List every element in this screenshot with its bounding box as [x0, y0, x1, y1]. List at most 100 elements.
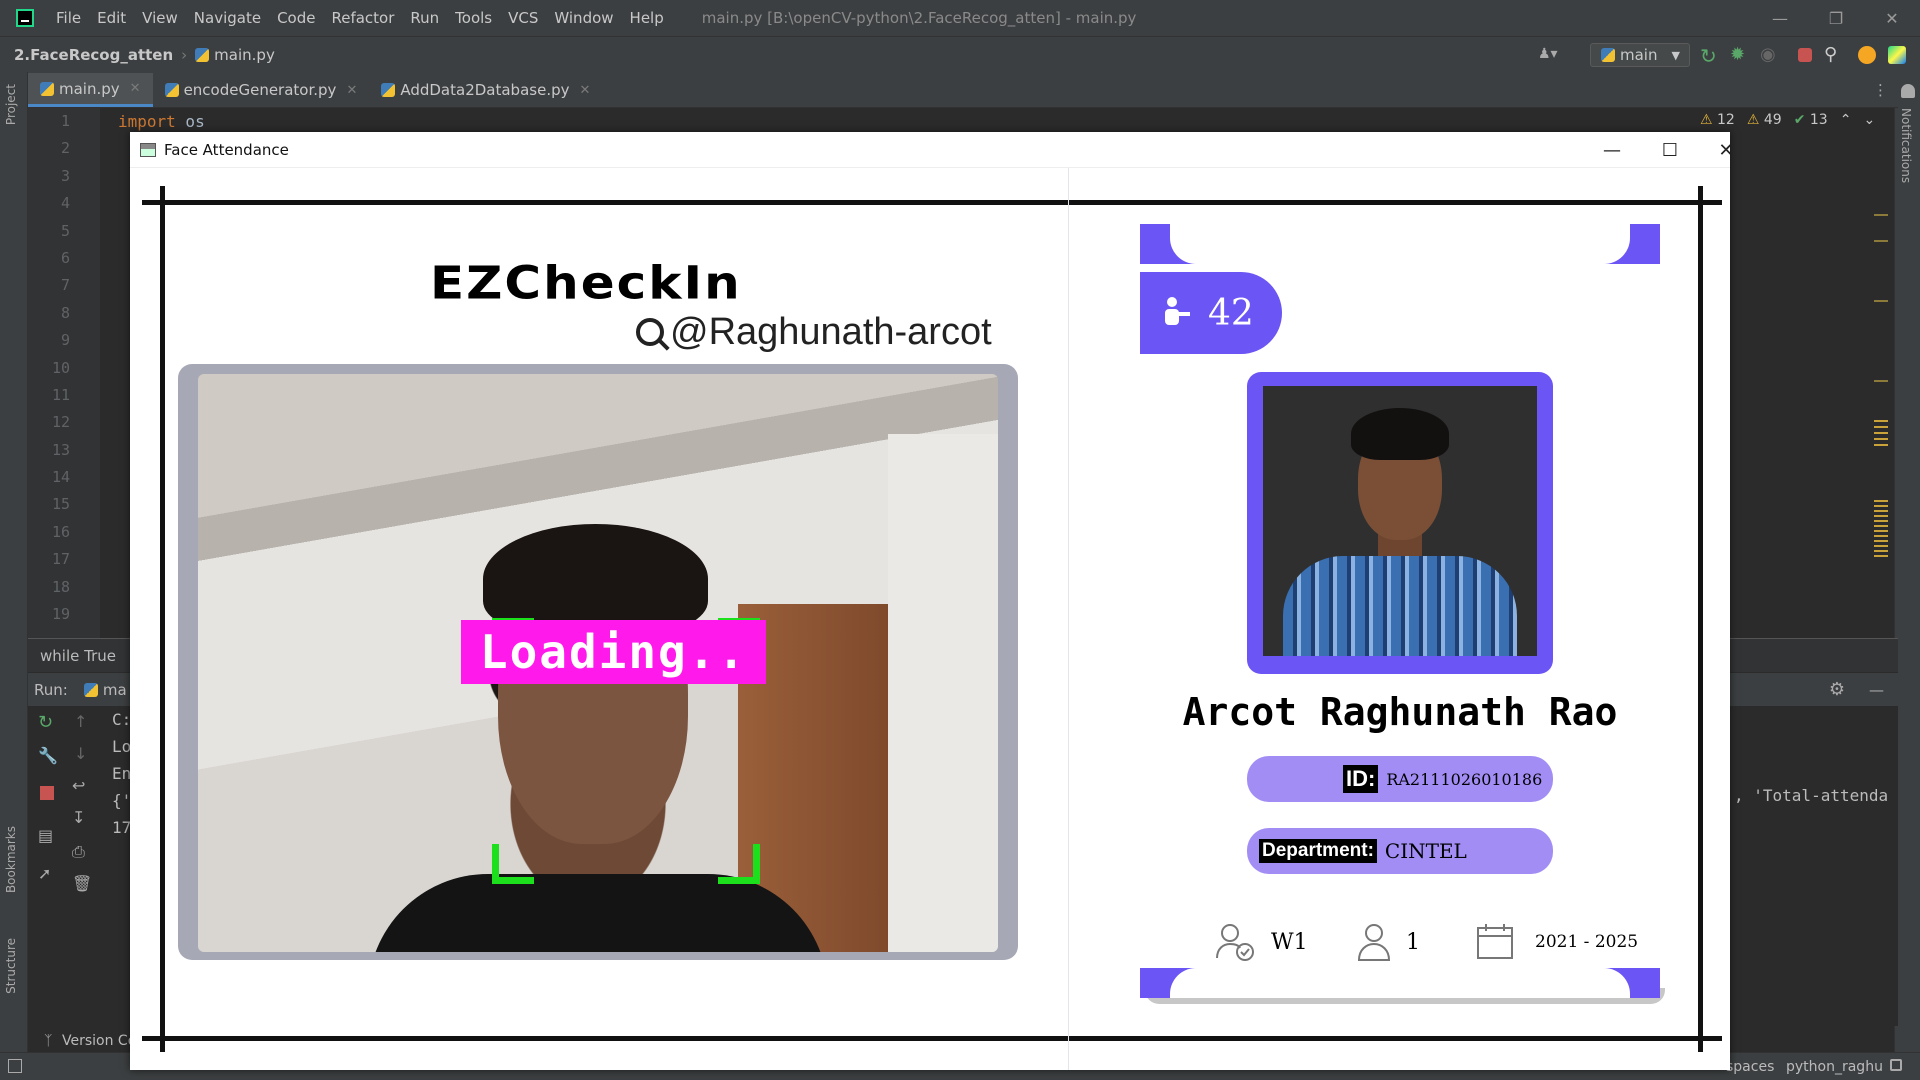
coverage-icon[interactable]: ◉	[1760, 44, 1780, 65]
ide-minimize-icon[interactable]: —	[1752, 9, 1808, 28]
frame-line-left	[160, 186, 165, 1052]
menu-help[interactable]: Help	[622, 9, 672, 27]
line-number: 18	[51, 577, 70, 596]
frame-line-top	[142, 200, 1722, 205]
code-text: os	[175, 112, 205, 131]
notifications-tool-label[interactable]: Notifications	[1899, 108, 1913, 183]
wrench-icon[interactable]: 🔧	[38, 746, 58, 765]
chevron-down-icon[interactable]: ⌄	[1863, 112, 1875, 128]
menu-run[interactable]: Run	[402, 9, 447, 27]
window-titlebar[interactable]: Face Attendance — ☐ ✕	[130, 132, 1730, 168]
line-number-gutter: 1 2 3 4 5 6 7 8 9 10 11 12 13 14 15 16 1…	[28, 108, 100, 638]
console-output-tail: , 'Total-attenda	[1734, 786, 1889, 805]
debug-icon[interactable]: ✹	[1730, 44, 1750, 65]
maximize-icon[interactable]: ☐	[1642, 132, 1698, 168]
weak-warning-count: ⚠ 49	[1746, 112, 1782, 128]
file-crumb[interactable]: main.py	[214, 46, 275, 64]
arrow-up-icon[interactable]: ↑	[74, 712, 87, 731]
scroll-end-icon[interactable]: ↧	[72, 808, 85, 827]
section-value: W1	[1271, 929, 1308, 955]
panel-divider	[1068, 168, 1069, 1070]
line-number: 6	[60, 248, 70, 267]
python-file-icon	[381, 83, 396, 97]
bell-icon[interactable]	[1901, 84, 1915, 98]
close-icon[interactable]: ✕	[1698, 132, 1730, 168]
chevron-down-icon: ▼	[1671, 48, 1680, 62]
line-number: 13	[51, 440, 70, 459]
attendance-count: 42	[1208, 292, 1254, 334]
ide-restore-icon[interactable]: ❐	[1808, 9, 1864, 28]
arrow-down-icon[interactable]: ↓	[74, 744, 87, 763]
frame-line-bottom	[142, 1036, 1722, 1041]
rerun-icon[interactable]: ↻	[38, 712, 53, 733]
menu-refactor[interactable]: Refactor	[323, 9, 402, 27]
soft-wrap-icon[interactable]: ↩	[72, 776, 85, 795]
run-config-label: main	[1620, 46, 1658, 64]
close-tab-icon[interactable]: ✕	[579, 83, 590, 98]
close-tab-icon[interactable]: ✕	[346, 83, 357, 98]
bookmarks-tool-label[interactable]: Bookmarks	[4, 826, 18, 893]
tab-add-data-database[interactable]: AddData2Database.py ✕	[369, 73, 602, 107]
typo-count-value: 13	[1809, 112, 1828, 128]
line-number: 16	[51, 522, 70, 541]
close-tab-icon[interactable]: ✕	[130, 81, 141, 96]
lock-icon[interactable]	[1890, 1059, 1902, 1071]
project-tool-label[interactable]: Project	[4, 84, 18, 125]
update-icon[interactable]	[1858, 46, 1876, 64]
id-label: ID:	[1343, 765, 1379, 793]
person-icon	[1165, 297, 1190, 325]
console-line: Lo	[112, 737, 132, 756]
run-config-select[interactable]: main ▼	[1590, 43, 1690, 67]
breadcrumb-label[interactable]: while True	[40, 647, 116, 665]
rerun-icon[interactable]: ↻	[1700, 44, 1720, 68]
menu-code[interactable]: Code	[269, 9, 323, 27]
menu-tools[interactable]: Tools	[447, 9, 500, 27]
brand-title: EZCheckIn	[430, 256, 742, 310]
stop-icon[interactable]	[1798, 48, 1812, 62]
chevron-right-icon: ›	[181, 45, 188, 64]
layout-icon[interactable]: ▤	[38, 826, 53, 845]
menu-view[interactable]: View	[134, 9, 186, 27]
ide-close-icon[interactable]: ✕	[1864, 9, 1920, 28]
line-number: 8	[60, 303, 70, 322]
minimize-panel-icon[interactable]: —	[1869, 681, 1884, 699]
user-icon[interactable]: ♟▾	[1538, 46, 1568, 64]
pin-icon[interactable]: ➚	[38, 864, 51, 883]
line-number: 11	[51, 385, 70, 404]
structure-tool-label[interactable]: Structure	[4, 938, 18, 994]
search-icon[interactable]: ⚲	[1824, 44, 1844, 65]
inspection-widget[interactable]: ⚠ 12 ⚠ 49 ✔ 13 ⌃ ⌄	[1700, 112, 1875, 128]
tab-label: encodeGenerator.py	[183, 81, 337, 99]
run-tab-label[interactable]: ma	[103, 681, 127, 699]
project-crumb[interactable]: 2.FaceRecog_atten	[14, 46, 173, 64]
python-run-icon	[83, 682, 98, 697]
menu-navigate[interactable]: Navigate	[186, 9, 269, 27]
tab-encode-generator[interactable]: encodeGenerator.py ✕	[153, 73, 370, 107]
ai-assistant-icon[interactable]	[1888, 46, 1906, 64]
menu-vcs[interactable]: VCS	[500, 9, 546, 27]
typo-count: ✔ 13	[1793, 112, 1828, 128]
chevron-up-icon[interactable]: ⌃	[1840, 112, 1852, 128]
more-options-icon[interactable]: ⋮	[1863, 81, 1898, 107]
gear-icon[interactable]: ⚙	[1829, 679, 1845, 700]
person-shirt	[368, 874, 828, 952]
card-bottom-notch	[1170, 968, 1630, 998]
minimize-icon[interactable]: —	[1584, 132, 1640, 168]
toggle-toolwindows-icon[interactable]	[8, 1059, 22, 1073]
version-control-tab[interactable]: Version Co	[62, 1033, 136, 1049]
warning-count-value: 12	[1717, 112, 1735, 128]
menu-edit[interactable]: Edit	[89, 9, 134, 27]
photo-shirt	[1283, 556, 1517, 656]
indent-status[interactable]: spaces	[1726, 1059, 1774, 1075]
menu-bar: File Edit View Navigate Code Refactor Ru…	[0, 0, 1920, 36]
tab-main-py[interactable]: main.py ✕	[28, 73, 153, 107]
menu-file[interactable]: File	[48, 9, 89, 27]
console-line: 17	[112, 818, 132, 837]
menu-window[interactable]: Window	[546, 9, 621, 27]
print-icon[interactable]: ⎙	[72, 842, 85, 862]
trash-icon[interactable]: 🗑	[72, 874, 92, 893]
scroll-marker	[1874, 214, 1888, 216]
python-file-icon	[164, 83, 179, 97]
interpreter-status[interactable]: python_raghu	[1786, 1059, 1883, 1075]
stop-icon[interactable]	[40, 786, 54, 800]
